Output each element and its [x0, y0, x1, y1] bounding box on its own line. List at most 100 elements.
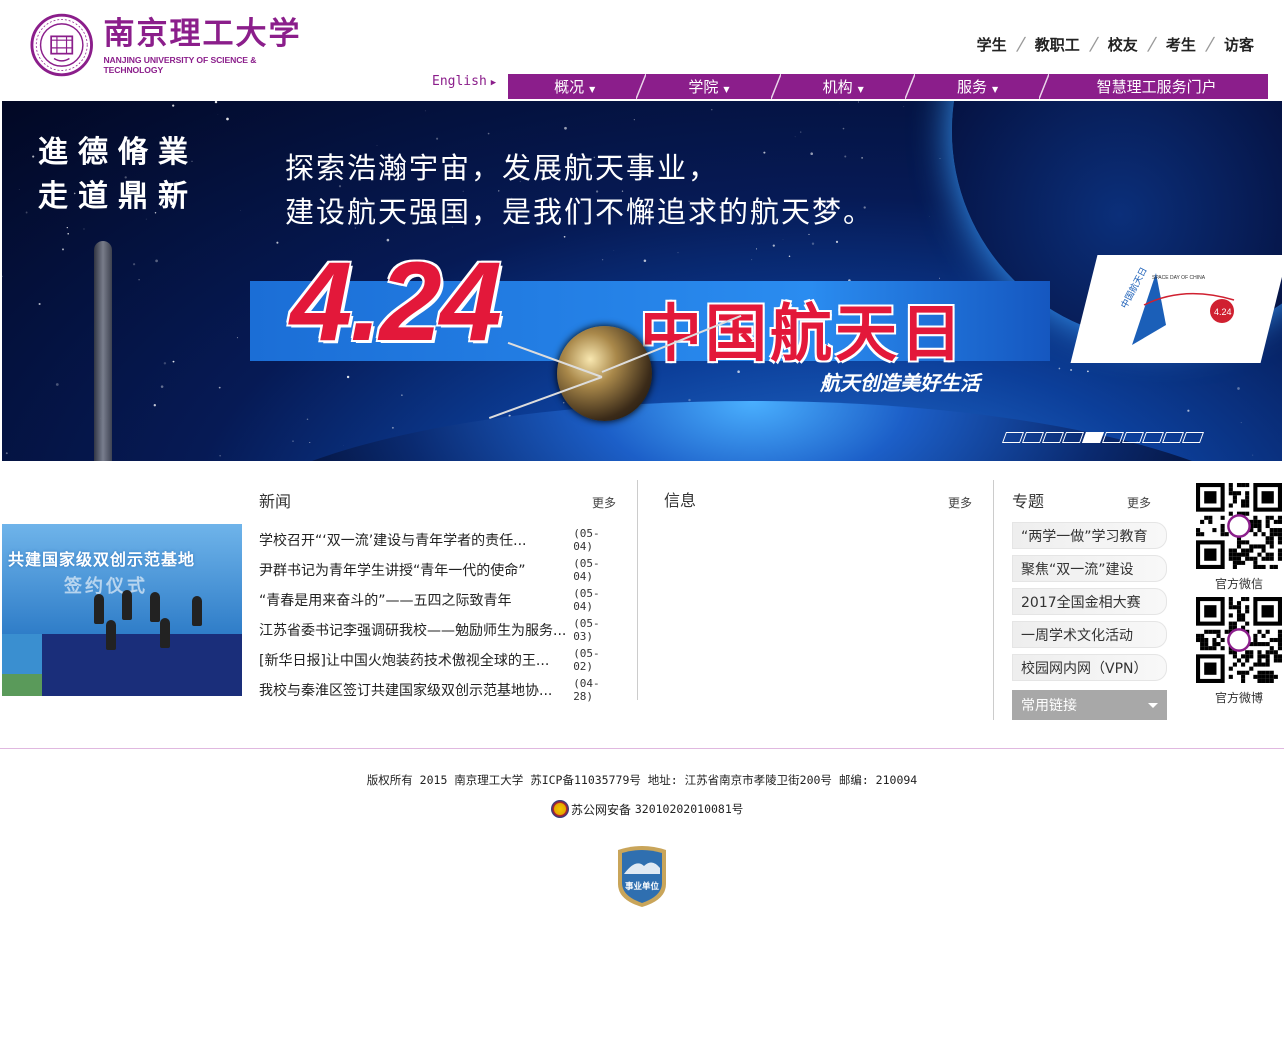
nav-item-smart-portal[interactable]: 智慧理工服务门户	[1045, 74, 1268, 99]
photo-person	[122, 590, 132, 620]
topics-title: 专题	[1012, 492, 1045, 511]
qr-module	[1245, 670, 1250, 675]
slide-indicator[interactable]	[1001, 432, 1025, 443]
list-item[interactable]: 江苏省委书记李强调研我校——勉励师生为服务... (05-03)	[259, 615, 619, 645]
english-link[interactable]: English ▶	[432, 74, 496, 89]
qr-module	[1277, 515, 1282, 520]
police-prefix: 苏公网安备	[571, 802, 632, 817]
qr-center-logo	[1227, 514, 1251, 538]
topic-item[interactable]: 2017全国金相大赛	[1012, 588, 1167, 615]
photo-caption-line2: 签约仪式	[64, 576, 148, 597]
news-item-title: 学校召开“‘双一流’建设与青年学者的责任...	[259, 533, 527, 549]
weibo-qr-code-icon[interactable]	[1196, 597, 1282, 683]
qr-module	[1245, 483, 1250, 488]
topic-item[interactable]: 一周学术文化活动	[1012, 621, 1167, 648]
topic-item[interactable]: “两学一做”学习教育	[1012, 522, 1167, 549]
link-applicants[interactable]: 考生	[1166, 34, 1196, 55]
institution-shield-icon[interactable]: 事业单位	[614, 844, 670, 908]
qr-module	[1269, 532, 1274, 537]
nav-item-organizations[interactable]: 机构 ▼	[777, 74, 910, 99]
hero-banner[interactable]: 進德脩業 走道鼎新 探索浩瀚宇宙，发展航天事业， 建设航天强国，是我们不懈追求的…	[2, 101, 1282, 461]
star	[346, 375, 350, 379]
qr-module	[1204, 637, 1209, 643]
nav-item-colleges[interactable]: 学院 ▼	[642, 74, 775, 99]
qr-module	[1277, 654, 1282, 659]
topics-more-link[interactable]: 更多	[1127, 494, 1151, 511]
star	[401, 394, 403, 396]
slide-indicator[interactable]	[1061, 432, 1085, 443]
star	[1070, 368, 1073, 372]
qr-module	[1253, 544, 1258, 549]
star	[25, 211, 28, 214]
slide-indicator[interactable]	[1161, 432, 1185, 443]
qr-module	[1257, 662, 1262, 667]
qr-module	[1277, 528, 1282, 533]
qr-module	[1265, 629, 1270, 634]
link-staff[interactable]: 教职工	[1035, 34, 1080, 55]
qr-module	[1245, 658, 1250, 663]
qr-module	[1245, 621, 1250, 626]
qr-module	[1273, 528, 1278, 533]
news-photo[interactable]: 共建国家级双创示范基地 签约仪式	[2, 524, 242, 696]
qr-module	[1228, 552, 1233, 557]
qr-module	[1269, 564, 1274, 569]
topics-list: “两学一做”学习教育 聚焦“双一流”建设 2017全国金相大赛 一周学术文化活动…	[1012, 522, 1167, 687]
slide-indicator[interactable]	[1041, 432, 1065, 443]
slide-indicator[interactable]	[1181, 432, 1205, 443]
qr-module	[1257, 552, 1262, 557]
nav-item-overview[interactable]: 概况 ▼	[508, 74, 641, 99]
topic-item[interactable]: 校园网内网（VPN）	[1012, 654, 1167, 681]
qr-module	[1269, 552, 1274, 557]
slide-indicator[interactable]	[1081, 432, 1105, 443]
qr-module	[1265, 556, 1270, 561]
link-visitors[interactable]: 访客	[1224, 34, 1254, 55]
link-students[interactable]: 学生	[977, 34, 1007, 55]
university-logo[interactable]: 南京理工大学 NANJING UNIVERSITY OF SCIENCE & T…	[30, 12, 310, 78]
nav-item-services[interactable]: 服务 ▼	[911, 74, 1044, 99]
star	[939, 158, 941, 160]
list-item[interactable]: 尹群书记为青年学生讲授“青年一代的使命” (05-04)	[259, 555, 619, 585]
qr-module	[1273, 564, 1278, 569]
qr-module	[1232, 654, 1237, 659]
slide-indicator[interactable]	[1121, 432, 1145, 443]
star	[782, 239, 784, 240]
slogan-line-2: 建设航天强国，是我们不懈追求的航天梦。	[285, 195, 875, 229]
slide-indicator[interactable]	[1141, 432, 1165, 443]
wechat-qr-code-icon[interactable]	[1196, 483, 1282, 569]
qr-module	[1257, 564, 1262, 569]
qr-module	[1249, 666, 1254, 671]
qr-module	[1245, 491, 1250, 496]
police-record[interactable]: 苏公网安备 32010202010081号	[551, 800, 743, 818]
star	[794, 136, 796, 138]
qr-module	[1220, 515, 1225, 520]
star	[562, 402, 565, 404]
qr-module	[1236, 609, 1242, 614]
info-more-link[interactable]: 更多	[948, 494, 972, 511]
list-item[interactable]: “青春是用来奋斗的”——五四之际致青年 (05-04)	[259, 585, 619, 615]
star	[800, 131, 802, 133]
star	[842, 127, 845, 130]
banner-slogan: 探索浩瀚宇宙，发展航天事业， 建设航天强国，是我们不懈追求的航天梦。	[285, 146, 874, 234]
calligraphy-motto: 進德脩業 走道鼎新	[38, 131, 208, 219]
star	[83, 228, 85, 230]
news-more-link[interactable]: 更多	[592, 494, 616, 511]
weibo-label: 官方微博	[1214, 691, 1263, 705]
star	[903, 105, 905, 107]
common-links-select[interactable]: 常用链接	[1012, 690, 1167, 720]
list-item[interactable]: 学校召开“‘双一流’建设与青年学者的责任... (05-04)	[259, 525, 619, 555]
qr-module	[1232, 564, 1237, 569]
qr-module	[1196, 532, 1201, 537]
topic-item[interactable]: 聚焦“双一流”建设	[1012, 555, 1167, 582]
link-alumni[interactable]: 校友	[1108, 34, 1138, 55]
slide-indicators	[1001, 432, 1205, 443]
list-item[interactable]: 我校与秦淮区签订共建国家级双创示范基地协... (04-28)	[259, 675, 619, 705]
list-item[interactable]: [新华日报]让中国火炮装药技术傲视全球的王... (05-02)	[259, 645, 619, 675]
qr-module	[1196, 528, 1201, 533]
slide-indicator[interactable]	[1101, 432, 1125, 443]
qr-module	[1245, 597, 1250, 602]
star	[61, 248, 65, 251]
slide-indicator[interactable]	[1021, 432, 1045, 443]
qr-finder	[1204, 491, 1217, 504]
qr-module	[1232, 552, 1237, 557]
qr-module	[1228, 487, 1233, 492]
